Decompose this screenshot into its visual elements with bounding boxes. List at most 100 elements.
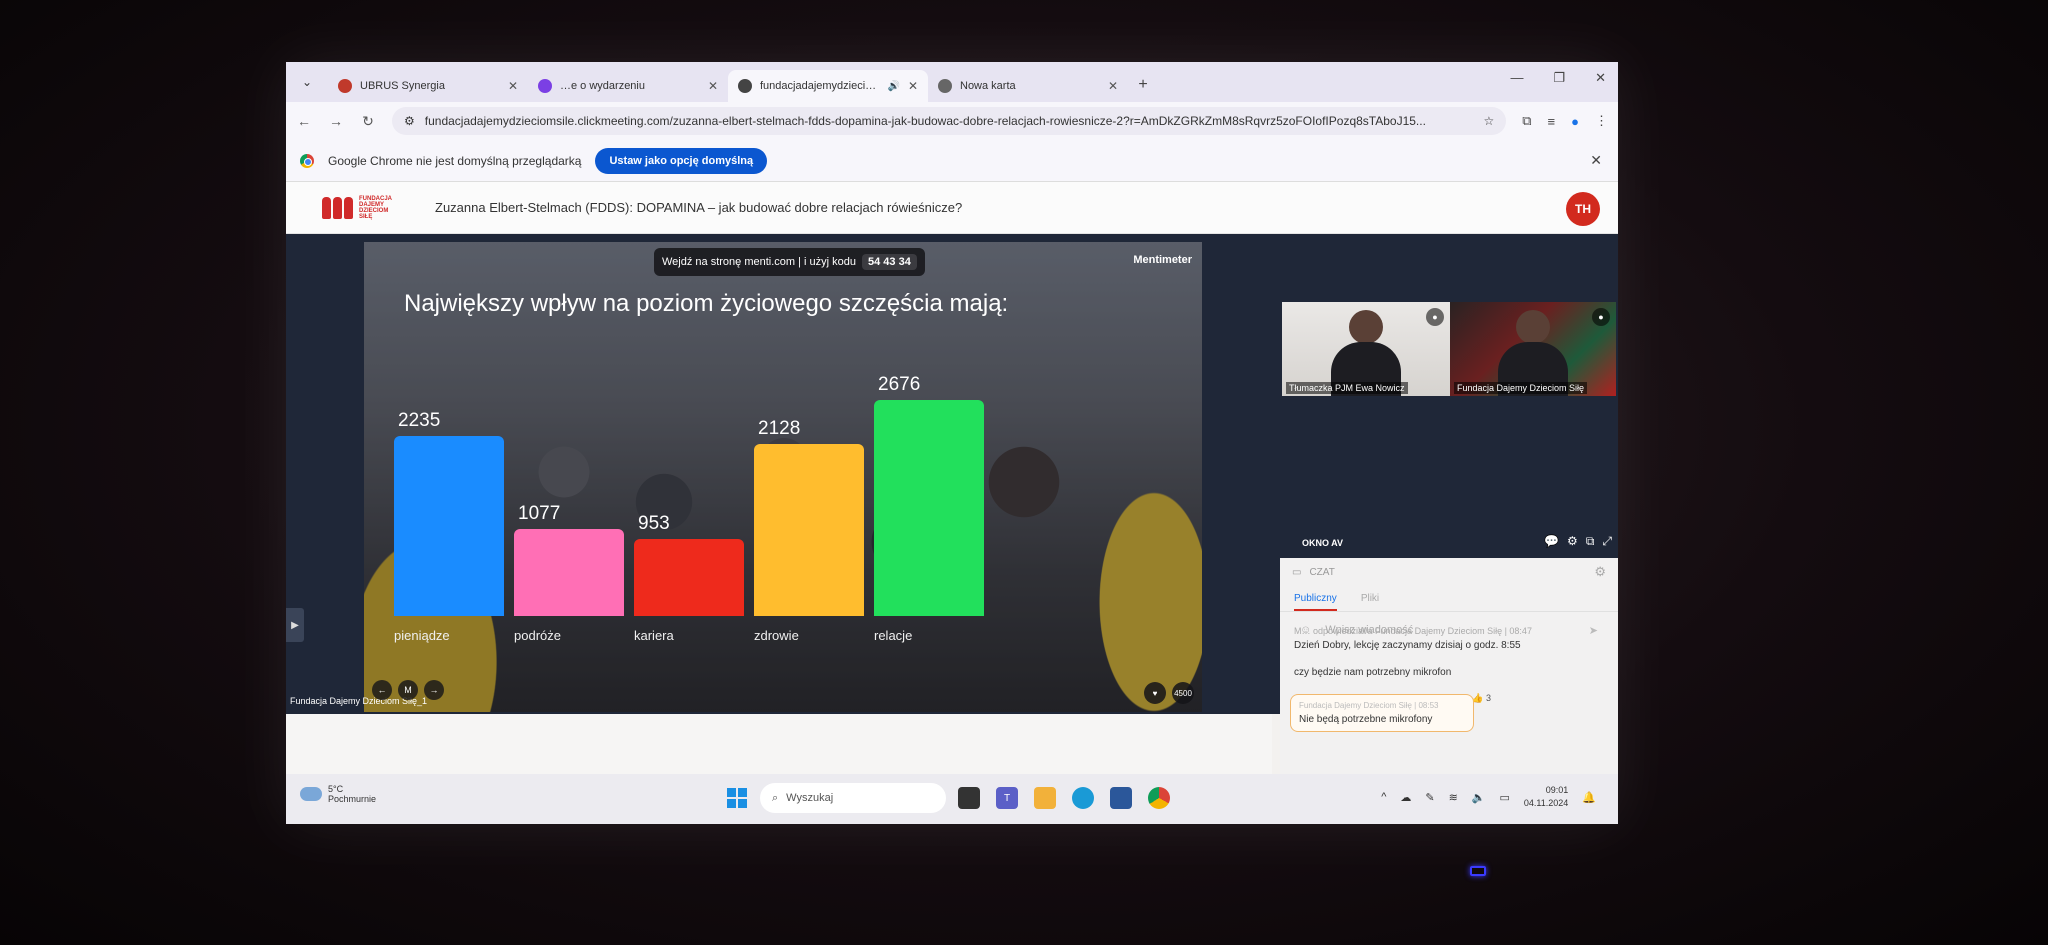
participant-name: Tłumaczka PJM Ewa Nowicz — [1286, 382, 1408, 394]
send-icon[interactable]: ➤ — [1589, 624, 1598, 637]
close-icon[interactable]: ✕ — [908, 79, 918, 93]
video-tile-foundation[interactable]: ● Fundacja Dajemy Dzieciom Siłę — [1450, 302, 1616, 396]
close-icon[interactable]: ✕ — [708, 79, 718, 93]
windows-taskbar: 5°C Pochmurnie ⌕ Wyszukaj T ^ ☁ ✎ ≋ 🔈 ▭ — [286, 774, 1618, 824]
message-text: czy będzie nam potrzebny mikrofon — [1294, 667, 1452, 678]
maximize-icon[interactable]: ❐ — [1553, 70, 1565, 86]
bar-value-label: 2128 — [758, 418, 801, 439]
bar-category-label: pieniądze — [394, 628, 450, 643]
close-icon[interactable]: ✕ — [508, 79, 518, 93]
speaker-icon[interactable]: 🔊 — [887, 81, 899, 92]
fdds-logo: FUNDACJA DAJEMY DZIECIOM SIŁĘ — [322, 196, 395, 220]
volume-icon[interactable]: 🔈 — [1472, 791, 1486, 804]
profile-icon[interactable]: ● — [1571, 114, 1579, 129]
brand-text: FUNDACJA DAJEMY DZIECIOM SIŁĘ — [359, 195, 392, 220]
meeting-header: FUNDACJA DAJEMY DZIECIOM SIŁĘ Zuzanna El… — [286, 182, 1618, 234]
chrome-taskbar-icon[interactable] — [1148, 787, 1170, 809]
mic-icon: ● — [1426, 308, 1444, 326]
search-icon: ⌕ — [772, 791, 779, 804]
default-browser-infobar: Google Chrome nie jest domyślną przegląd… — [286, 140, 1618, 182]
menti-code-box: Wejdź na stronę menti.com | i użyj kodu … — [654, 248, 925, 276]
chat-input[interactable]: ☺ Wpisz wiadomość ➤ — [1280, 612, 1618, 648]
wifi-icon[interactable]: ≋ — [1449, 791, 1458, 804]
new-tab-button[interactable]: + — [1128, 70, 1158, 100]
prev-slide-icon[interactable]: ← — [372, 680, 392, 700]
menu-slide-icon[interactable]: M — [398, 680, 418, 700]
bar-value-label: 2676 — [878, 374, 921, 395]
cloud-sync-icon[interactable]: ☁ — [1400, 791, 1411, 804]
bar-value-label: 2235 — [398, 410, 441, 431]
chevron-up-icon[interactable]: ^ — [1381, 791, 1386, 803]
extensions-icon[interactable]: ⧉ — [1522, 113, 1531, 129]
room-background: ⌄ UBRUS Synergia ✕ …e o wydarzeniu ✕ fun… — [0, 0, 2048, 945]
chart-bar — [874, 400, 984, 616]
edge-icon[interactable] — [1072, 787, 1094, 809]
tab-3[interactable]: Nowa karta ✕ — [928, 70, 1128, 102]
tab-0[interactable]: UBRUS Synergia ✕ — [328, 70, 528, 102]
battery-icon[interactable]: ▭ — [1500, 791, 1510, 804]
teams-icon[interactable]: T — [996, 787, 1018, 809]
media-controls-icon[interactable]: ≡ — [1548, 114, 1556, 129]
window-controls: — ❐ ✕ — [1510, 70, 1606, 86]
weather-widget[interactable]: 5°C Pochmurnie — [300, 784, 376, 804]
reload-icon[interactable]: ↻ — [360, 113, 376, 130]
weather-temp: 5°C — [328, 784, 344, 794]
tab-2[interactable]: fundacjadajemydzieciomsil… 🔊 ✕ — [728, 70, 928, 102]
start-button[interactable] — [727, 788, 747, 808]
av-window-controls: 💬 ⚙ ⧉ ⤢ — [1544, 534, 1612, 549]
av-window-label: OKNO AV — [1302, 538, 1344, 548]
chat-bubble-icon[interactable]: 💬 — [1544, 534, 1559, 549]
participant-name: Fundacja Dajemy Dzieciom Siłę — [1454, 382, 1588, 394]
avatar[interactable]: TH — [1566, 192, 1600, 226]
set-default-button[interactable]: Ustaw jako opcję domyślną — [595, 147, 768, 174]
bar-category-label: zdrowie — [754, 628, 799, 643]
tv-screen: ⌄ UBRUS Synergia ✕ …e o wydarzeniu ✕ fun… — [286, 62, 1618, 824]
gear-icon[interactable]: ⚙ — [1594, 564, 1606, 580]
task-view-icon[interactable] — [958, 787, 980, 809]
sidebar-toggle-button[interactable]: ▶ — [286, 608, 304, 642]
menu-icon[interactable]: ⋮ — [1595, 113, 1608, 129]
gear-icon[interactable]: ⚙ — [1567, 534, 1578, 549]
url-text: fundacjadajemydzieciomsile.clickmeeting.… — [424, 114, 1426, 128]
emoji-icon[interactable]: ☺ — [1300, 624, 1311, 636]
back-icon[interactable]: ← — [296, 113, 312, 129]
close-icon[interactable]: ✕ — [1590, 152, 1602, 169]
minimize-icon[interactable]: — — [1510, 70, 1523, 86]
reply-text: Nie będą potrzebne mikrofony — [1299, 714, 1433, 725]
file-explorer-icon[interactable] — [1034, 787, 1056, 809]
tab-1[interactable]: …e o wydarzeniu ✕ — [528, 70, 728, 102]
next-slide-icon[interactable]: → — [424, 680, 444, 700]
video-tile-interpreter[interactable]: ● Tłumaczka PJM Ewa Nowicz — [1282, 302, 1450, 396]
close-icon[interactable]: ✕ — [1108, 79, 1118, 93]
tv-indicator-light — [1470, 866, 1486, 876]
chat-input-placeholder: Wpisz wiadomość — [1325, 624, 1414, 636]
address-bar[interactable]: ⚙ fundacjadajemydzieciomsile.clickmeetin… — [392, 107, 1507, 135]
popout-icon[interactable]: ⧉ — [1586, 534, 1595, 549]
notification-bell-icon[interactable]: 🔔 — [1582, 791, 1596, 804]
meeting-title: Zuzanna Elbert-Stelmach (FDDS): DOPAMINA… — [435, 200, 963, 215]
tab-label: UBRUS Synergia — [360, 80, 445, 92]
expand-icon[interactable]: ⤢ — [1602, 534, 1612, 549]
responses-count: 4500 — [1172, 682, 1194, 704]
tab-search-button[interactable]: ⌄ — [292, 67, 322, 97]
tab-public[interactable]: Publiczny — [1294, 586, 1337, 611]
pen-icon[interactable]: ✎ — [1425, 791, 1434, 804]
cloud-icon — [300, 787, 322, 801]
tab-files[interactable]: Pliki — [1361, 593, 1379, 604]
store-icon[interactable] — [1110, 787, 1132, 809]
tab-label: fundacjadajemydzieciomsil… — [760, 80, 880, 92]
globe-icon — [938, 79, 952, 93]
heart-reaction-icon[interactable]: ♥ — [1144, 682, 1166, 704]
weather-desc: Pochmurnie — [328, 794, 377, 804]
chat-panel: ▭ CZAT ⚙ Publiczny Pliki M… odpowiedział… — [1280, 558, 1618, 802]
bookmark-star-icon[interactable]: ☆ — [1483, 114, 1494, 128]
tab-favicon — [338, 79, 352, 93]
chrome-icon — [300, 153, 314, 168]
forward-icon[interactable]: → — [328, 113, 344, 129]
close-window-icon[interactable]: ✕ — [1595, 70, 1606, 86]
clock[interactable]: 09:01 04.11.2024 — [1524, 784, 1568, 810]
mic-icon: ● — [1592, 308, 1610, 326]
chat-header: ▭ CZAT ⚙ — [1280, 558, 1618, 586]
site-info-icon[interactable]: ⚙ — [404, 114, 415, 128]
taskbar-search[interactable]: ⌕ Wyszukaj — [760, 783, 946, 813]
